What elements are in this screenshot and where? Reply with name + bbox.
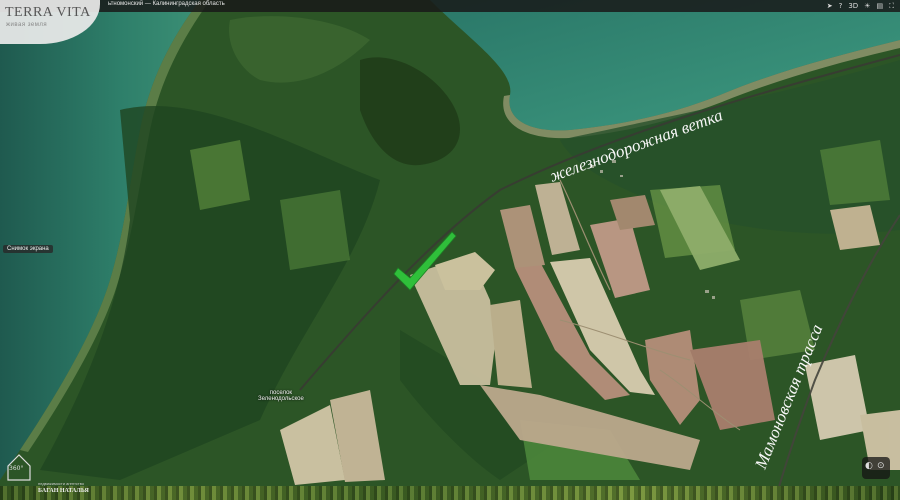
3d-toggle-button[interactable]: 3D	[848, 1, 858, 11]
top-toolbar: ьтномонский — Калининградская область ➤ …	[0, 0, 900, 12]
layers-icon[interactable]: ▤	[876, 1, 883, 11]
settlement-label: поселок Зеленодольское	[258, 390, 304, 402]
satellite-map[interactable]: железнодорожная ветка Мамоновская трасса	[0, 0, 900, 500]
toolbar-tools: ➤ ? 3D ☀ ▤ ⛶	[827, 1, 894, 11]
bottom-tree-banner	[0, 486, 900, 500]
logo-name: TERRA VITA	[5, 5, 91, 20]
tree-pattern	[0, 486, 900, 500]
agency-brand[interactable]: 360° недвижимости агентство БАГАН НАТАЛЬ…	[2, 446, 92, 500]
fullscreen-icon[interactable]: ⛶	[889, 1, 894, 11]
settlement-name: Зеленодольское	[258, 396, 304, 402]
agency-line: недвижимости агентство	[38, 481, 85, 486]
navigation-control[interactable]: ◐ ⊙	[862, 457, 890, 479]
send-icon[interactable]: ➤	[827, 1, 833, 11]
help-icon[interactable]: ?	[839, 1, 843, 11]
sun-icon[interactable]: ☀	[864, 1, 870, 11]
tilt-icon[interactable]: ⊙	[877, 461, 885, 471]
navigation-icon[interactable]: ◐	[865, 461, 873, 471]
map-title: ьтномонский — Калининградская область	[108, 1, 225, 7]
screenshot-button[interactable]: Снимок экрана	[3, 245, 53, 253]
house-360-label: 360°	[9, 465, 24, 472]
agent-name: БАГАН НАТАЛЬЯ	[38, 488, 89, 494]
logo-subtitle: живая земля	[6, 22, 48, 28]
